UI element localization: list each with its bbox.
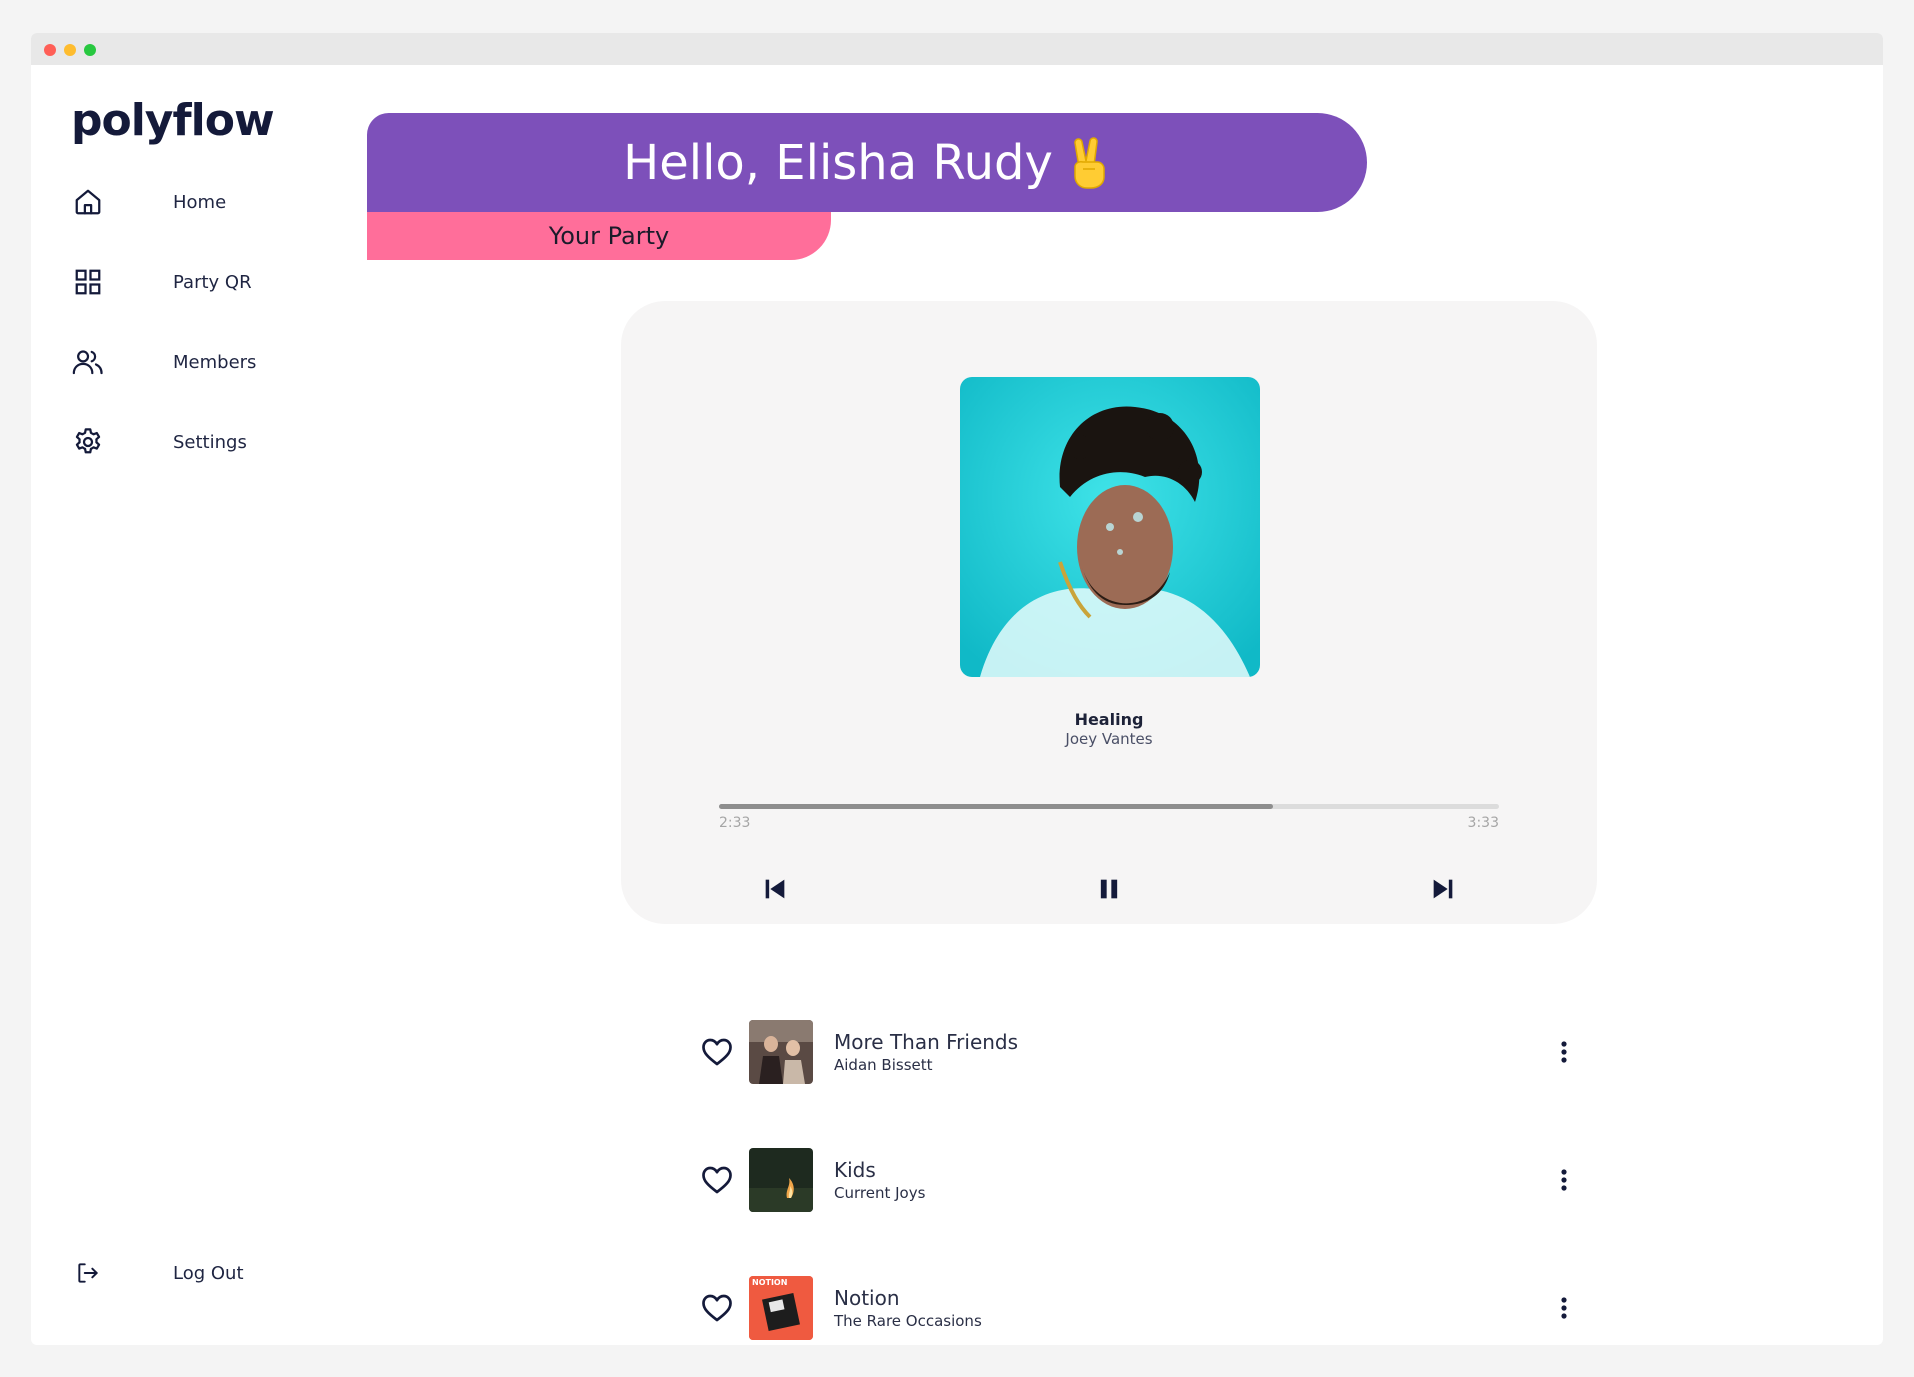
list-item[interactable]: Kids Current Joys xyxy=(666,1148,1586,1212)
grid-icon xyxy=(71,265,105,299)
heart-icon[interactable] xyxy=(699,1162,735,1198)
sidebar-item-label: Members xyxy=(173,351,257,373)
heart-icon[interactable] xyxy=(699,1034,735,1070)
list-item[interactable]: More Than Friends Aidan Bissett xyxy=(666,1020,1586,1084)
track-thumbnail xyxy=(749,1020,813,1084)
progress-bar[interactable] xyxy=(719,804,1499,809)
app-logo[interactable]: polyflow xyxy=(71,95,275,146)
logout-button[interactable]: Log Out xyxy=(71,1253,291,1293)
greeting-banner: Hello, Elisha Rudy xyxy=(367,113,1367,212)
track-artist: The Rare Occasions xyxy=(834,1312,982,1330)
track-thumbnail xyxy=(749,1148,813,1212)
gear-icon xyxy=(71,425,105,459)
track-artist: Aidan Bissett xyxy=(834,1056,933,1074)
track-thumbnail: NOTION xyxy=(749,1276,813,1340)
pause-icon xyxy=(1095,875,1123,907)
more-options-icon[interactable] xyxy=(1546,1034,1582,1070)
more-options-icon[interactable] xyxy=(1546,1162,1582,1198)
greeting-text: Hello, Elisha Rudy xyxy=(623,134,1053,191)
sidebar-item-party-qr[interactable]: Party QR xyxy=(71,262,291,302)
now-playing-card: Healing Joey Vantes 2:33 3:33 xyxy=(621,301,1597,924)
maximize-window-button[interactable] xyxy=(84,44,96,56)
minimize-window-button[interactable] xyxy=(64,44,76,56)
sidebar-item-members[interactable]: Members xyxy=(71,342,291,382)
more-options-icon[interactable] xyxy=(1546,1290,1582,1326)
heart-icon[interactable] xyxy=(699,1290,735,1326)
track-artist: Current Joys xyxy=(834,1184,926,1202)
users-icon xyxy=(71,345,105,379)
skip-next-icon xyxy=(1429,875,1457,907)
sidebar-item-settings[interactable]: Settings xyxy=(71,422,291,462)
song-artist: Joey Vantes xyxy=(1065,730,1153,748)
progress-fill xyxy=(719,804,1273,809)
victory-hand-icon xyxy=(1067,136,1111,189)
sidebar-item-label: Home xyxy=(173,191,227,213)
home-icon xyxy=(71,185,105,219)
cover-text: NOTION xyxy=(752,1278,788,1287)
next-button[interactable] xyxy=(1423,871,1463,911)
logout-icon xyxy=(71,1256,105,1290)
tab-your-party[interactable]: Your Party xyxy=(367,212,831,260)
logout-label: Log Out xyxy=(173,1262,244,1284)
close-window-button[interactable] xyxy=(44,44,56,56)
sidebar-item-label: Party QR xyxy=(173,271,252,293)
track-title: More Than Friends xyxy=(834,1030,1019,1054)
track-title: Notion xyxy=(834,1286,900,1310)
list-item[interactable]: NOTION Notion The Rare Occasions xyxy=(666,1276,1586,1340)
song-title: Healing xyxy=(1074,710,1144,729)
current-time: 2:33 xyxy=(719,815,751,831)
window-titlebar xyxy=(31,33,1883,65)
track-title: Kids xyxy=(834,1158,876,1182)
browser-window: polyflow Home Party QR Members Settings … xyxy=(31,33,1883,1345)
skip-previous-icon xyxy=(761,875,789,907)
sidebar-item-home[interactable]: Home xyxy=(71,182,291,222)
previous-button[interactable] xyxy=(755,871,795,911)
pause-button[interactable] xyxy=(1089,871,1129,911)
album-cover xyxy=(960,377,1260,677)
sidebar-item-label: Settings xyxy=(173,431,247,453)
total-time: 3:33 xyxy=(1467,815,1499,831)
